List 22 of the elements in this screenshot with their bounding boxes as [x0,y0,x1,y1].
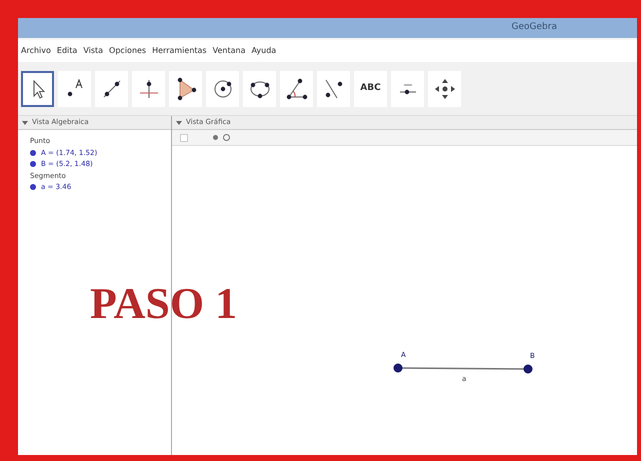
collapse-icon[interactable] [176,120,182,124]
tool-button[interactable] [206,70,239,106]
tool-button[interactable]: ABC [354,70,387,106]
window-title: GeoGebra [512,21,557,34]
menu-item[interactable]: Ventana [212,45,246,57]
step-heading: PASO 1 [90,282,238,326]
tool-button[interactable] [95,70,128,106]
menu-item[interactable]: Archivo [21,45,51,57]
menu-item[interactable]: Vista [83,45,104,57]
tool-button[interactable] [317,70,350,106]
tool-button[interactable] [428,70,461,106]
tool-button[interactable] [280,70,313,106]
menu-item[interactable]: Ayuda [251,45,276,57]
tool-button[interactable] [58,70,91,106]
menu-item[interactable]: Edita [56,45,78,57]
collapse-icon[interactable] [22,120,28,124]
menu-item[interactable]: Herramientas [152,45,207,57]
tool-button[interactable] [169,70,202,106]
tool-button[interactable] [21,70,54,106]
tool-button[interactable] [243,70,276,106]
point-icon[interactable] [213,135,218,140]
menu-item[interactable]: Opciones [109,45,146,57]
